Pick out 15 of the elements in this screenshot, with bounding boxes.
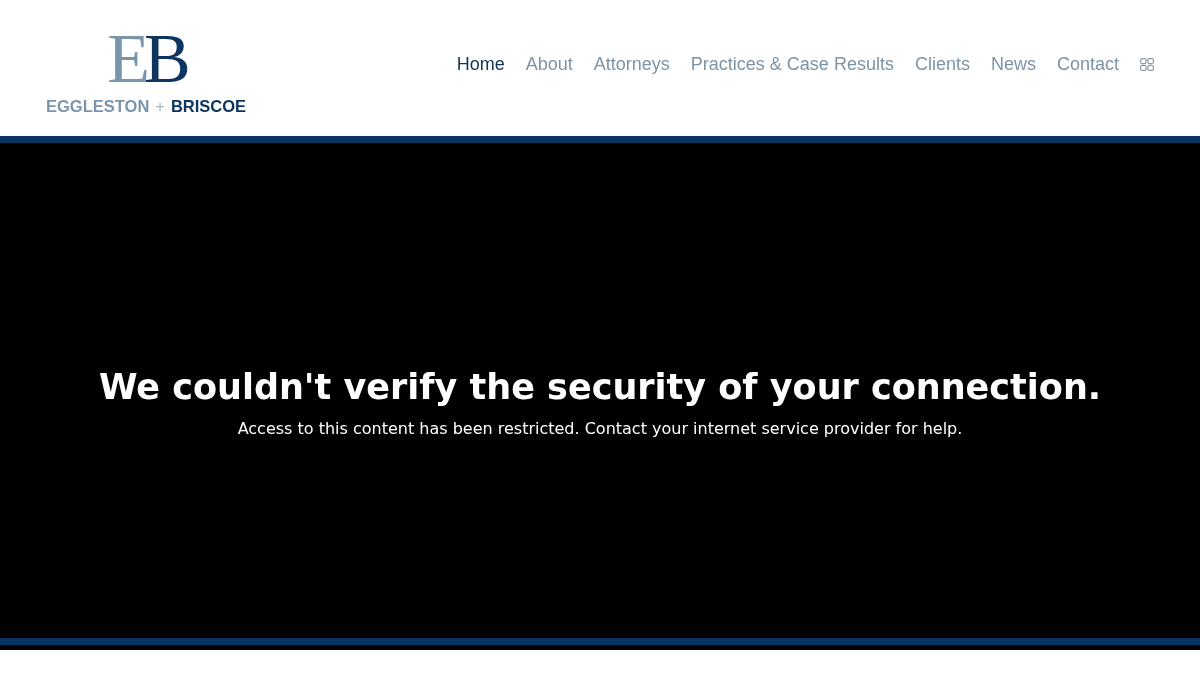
nav-link[interactable]: News xyxy=(990,53,1036,75)
logo-name: BRISCOE xyxy=(170,96,247,116)
nav-link[interactable]: Attorneys xyxy=(593,53,670,75)
error-message: Access to this content has been restricted. Contact your internet service provider for help. xyxy=(237,419,963,438)
nav-link[interactable]: Clients xyxy=(914,53,970,75)
nav-link[interactable]: Practices & Case Results xyxy=(690,53,894,75)
logo-letter: E xyxy=(107,28,145,89)
nav-link[interactable]: About xyxy=(525,53,573,75)
error-heading: We couldn't verify the security of your connection. xyxy=(98,367,1102,407)
logo-name: EGGLESTON xyxy=(46,96,150,116)
logo-letter: B xyxy=(144,28,185,89)
logo-separator: + xyxy=(155,96,165,116)
grid-icon[interactable] xyxy=(1140,57,1154,71)
nav-link[interactable]: Home xyxy=(456,53,505,75)
nav-link[interactable]: Contact xyxy=(1056,53,1119,75)
